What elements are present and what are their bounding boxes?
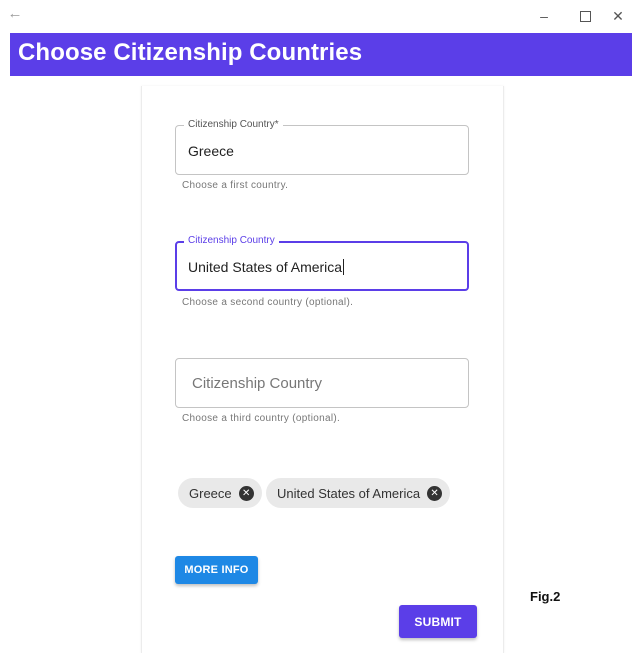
helper-text-3: Choose a third country (optional). <box>182 413 341 424</box>
citizenship-country-field-2[interactable]: Citizenship Country United States of Ame… <box>175 234 469 291</box>
chip-label: Greece <box>189 485 232 501</box>
field-value: United States of America <box>188 259 345 275</box>
chip-united-states: United States of America ✕ <box>266 478 451 508</box>
field-value: Greece <box>188 143 234 159</box>
chip-label: United States of America <box>277 485 421 501</box>
cancel-icon[interactable]: ✕ <box>238 485 254 501</box>
cancel-icon[interactable]: ✕ <box>427 485 443 501</box>
minimize-icon: – <box>540 8 548 24</box>
figure-label: Fig.2 <box>530 589 561 604</box>
field-placeholder: Citizenship Country <box>192 375 323 392</box>
citizenship-country-field-1[interactable]: Citizenship Country* Greece <box>175 118 469 175</box>
helper-text-1: Choose a first country. <box>182 180 289 191</box>
page-title: Choose Citizenship Countries <box>18 39 363 66</box>
helper-text-2: Choose a second country (optional). <box>182 297 354 308</box>
field-label: Citizenship Country* <box>184 118 283 132</box>
arrow-left-icon: ← <box>7 5 23 22</box>
maximize-icon <box>579 10 591 22</box>
more-info-button[interactable]: MORE INFO <box>175 556 258 584</box>
close-icon: ✕ <box>612 8 624 24</box>
text-caret <box>343 259 345 275</box>
window-titlebar: ← – ✕ <box>0 0 632 30</box>
maximize-button[interactable] <box>571 5 599 27</box>
field-value-text: United States of America <box>188 259 343 275</box>
minimize-button[interactable]: – <box>530 5 558 27</box>
submit-button[interactable]: SUBMIT <box>399 605 477 638</box>
chip-greece: Greece ✕ <box>178 478 262 508</box>
citizenship-country-field-3[interactable]: Citizenship Country <box>175 358 469 408</box>
back-button[interactable]: ← <box>4 3 26 25</box>
app-header: Choose Citizenship Countries <box>10 33 632 76</box>
field-label: Citizenship Country <box>184 234 279 248</box>
close-button[interactable]: ✕ <box>604 5 632 27</box>
